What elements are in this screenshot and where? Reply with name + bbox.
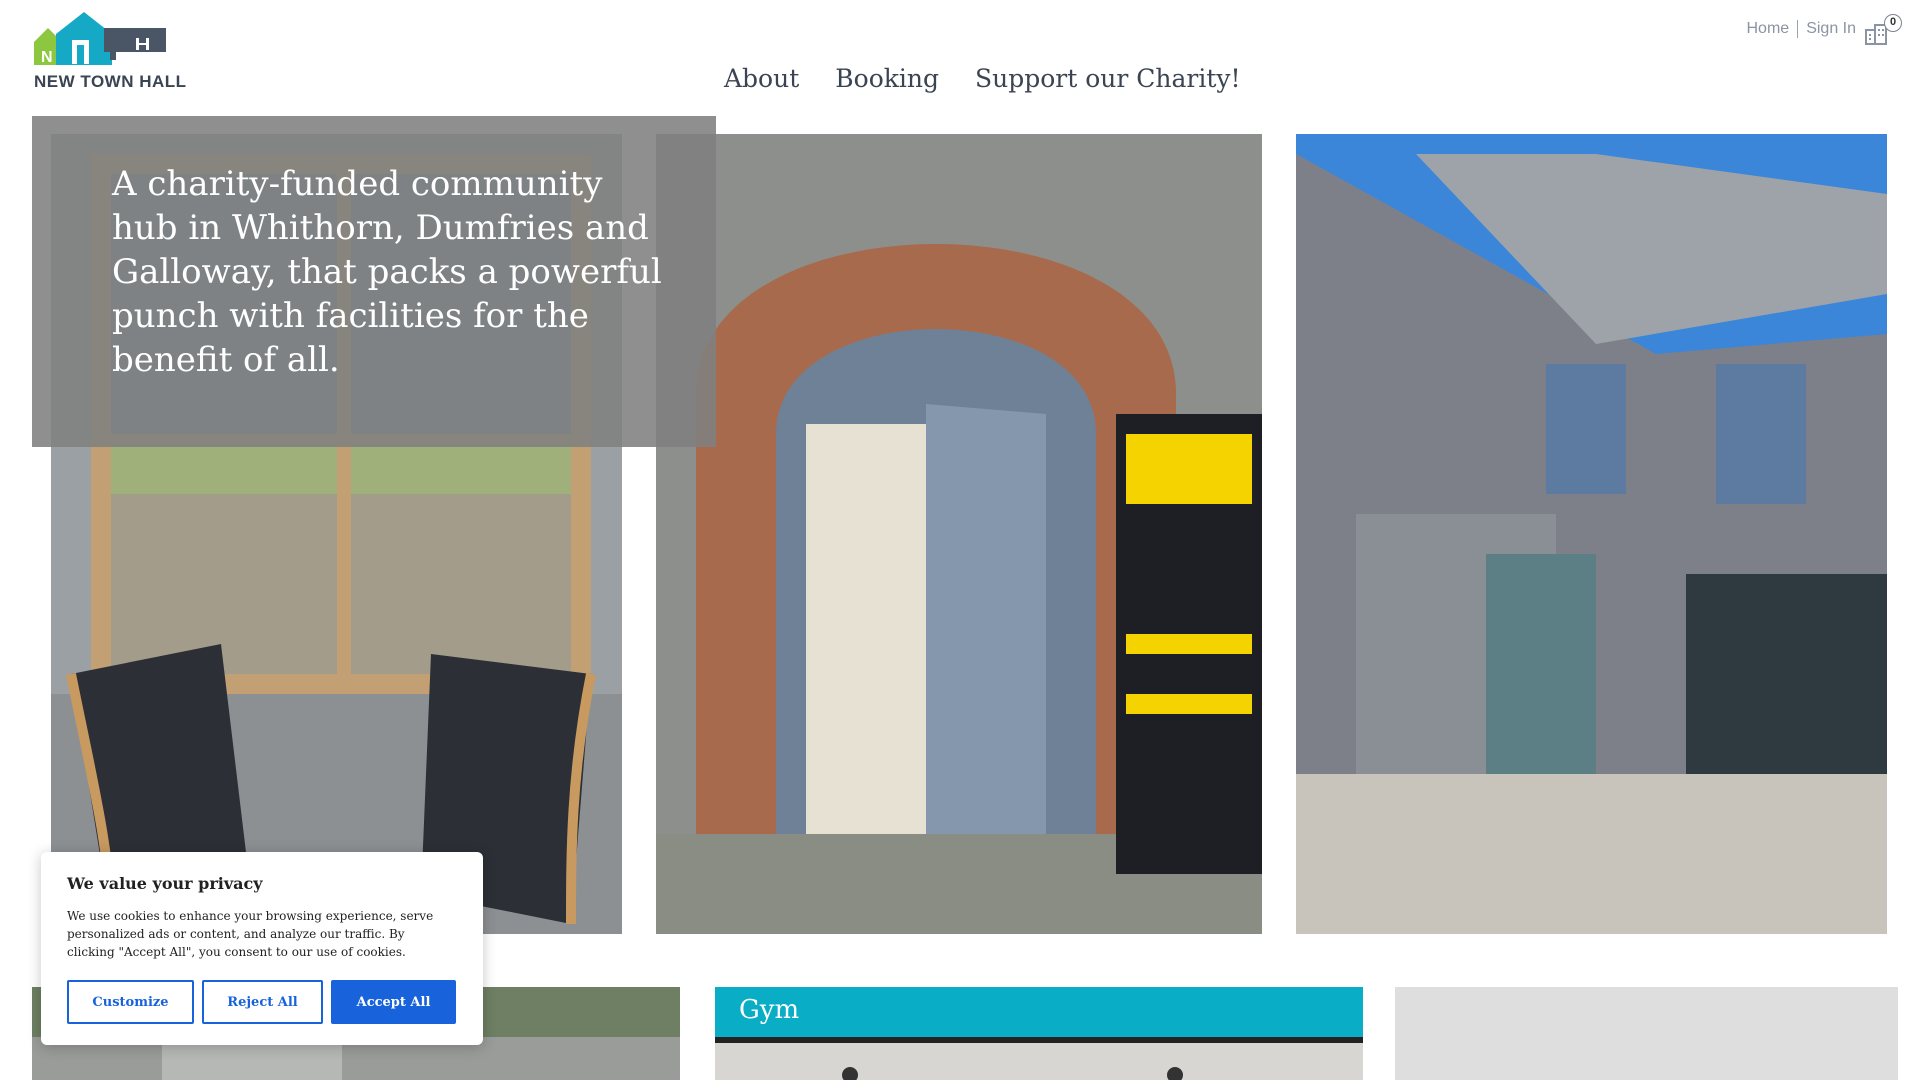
utility-nav: Home Sign In — [1739, 20, 1865, 38]
sign-in-link[interactable]: Sign In — [1798, 20, 1864, 38]
cart-button[interactable]: 0 — [1862, 14, 1902, 46]
facility-card-placeholder[interactable] — [1395, 987, 1898, 1080]
customize-button[interactable]: Customize — [67, 980, 194, 1024]
building-courtyard-photo — [1296, 134, 1887, 934]
cookie-consent-banner: We value your privacy We use cookies to … — [41, 852, 483, 1045]
main-nav: About Booking Support our Charity! — [724, 64, 1241, 93]
gym-photo — [715, 1037, 1363, 1080]
hero-tagline: A charity-funded community hub in Whitho… — [112, 164, 662, 380]
arched-doorway-photo — [656, 134, 1262, 934]
nav-booking[interactable]: Booking — [835, 64, 939, 93]
cookie-title: We value your privacy — [67, 874, 263, 893]
cookie-text: We use cookies to enhance your browsing … — [67, 909, 434, 959]
site-logo[interactable]: N NEW TOWN HALL — [32, 10, 186, 94]
gym-card-title: Gym — [739, 995, 800, 1025]
nav-about[interactable]: About — [724, 64, 799, 93]
cart-count-badge: 0 — [1884, 14, 1902, 32]
nav-support-charity[interactable]: Support our Charity! — [975, 64, 1241, 93]
logo-text: NEW TOWN HALL — [34, 72, 187, 91]
cookie-buttons: Customize Reject All Accept All — [67, 980, 456, 1024]
home-link[interactable]: Home — [1739, 20, 1798, 38]
svg-text:N: N — [41, 49, 53, 66]
logo-houses-icon: N — [34, 12, 166, 66]
reject-all-button[interactable]: Reject All — [202, 980, 323, 1024]
accept-all-button[interactable]: Accept All — [331, 980, 456, 1024]
gym-card[interactable]: Gym — [715, 987, 1363, 1080]
